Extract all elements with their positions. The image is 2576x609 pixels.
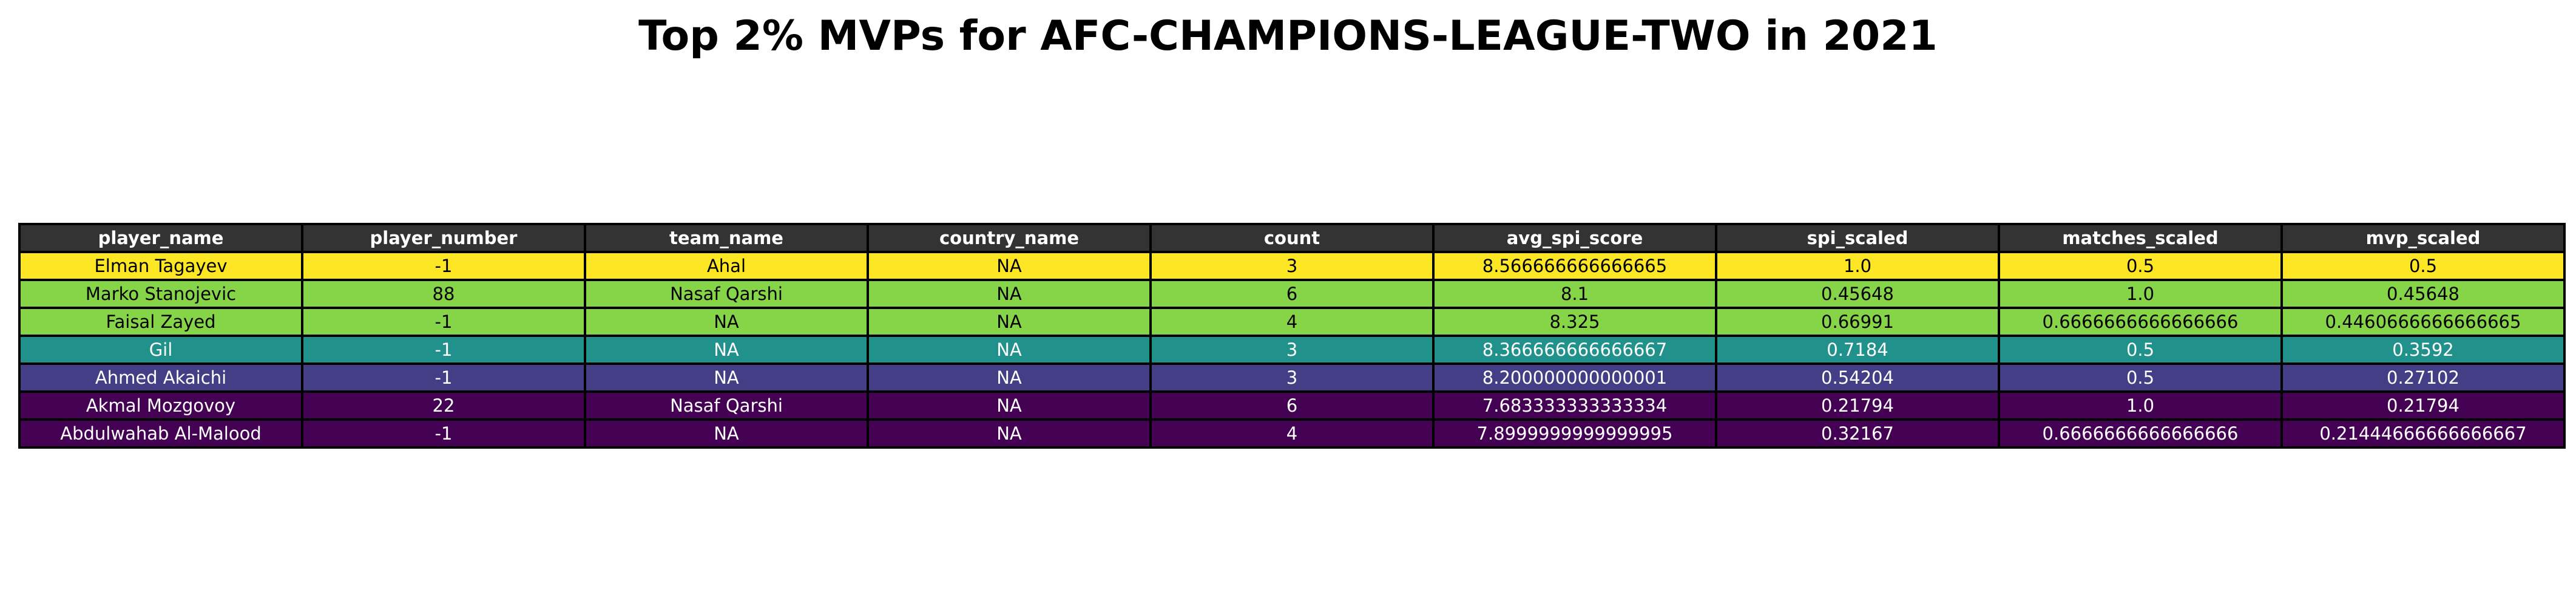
table-cell-avg-spi-score: 8.325 <box>1432 307 1717 337</box>
table-cell-player-name: Marko Stanojevic <box>18 279 303 309</box>
table-cell-team-name: NA <box>584 335 869 365</box>
table-cell-mvp-scaled: 0.27102 <box>2280 362 2566 393</box>
header-row: player_name player_number team_name country… <box>18 223 2566 253</box>
table-cell-matches-scaled: 1.0 <box>1998 279 2283 309</box>
table-cell-country-name: NA <box>867 279 1152 309</box>
table-row: Marko Stanojevic 88 Nasaf Qarshi NA 6 8.1 0.45… <box>18 279 2566 309</box>
table-cell-matches-scaled: 0.5 <box>1998 335 2283 365</box>
mvp-table-container: player_name player_number team_name country… <box>18 223 2566 449</box>
table-cell-matches-scaled: 0.5 <box>1998 362 2283 393</box>
table-cell-mvp-scaled: 0.3592 <box>2280 335 2566 365</box>
table-cell-player-number: -1 <box>301 335 586 365</box>
table-cell-avg-spi-score: 7.8999999999999995 <box>1432 418 1717 449</box>
table-cell-team-name: NA <box>584 307 869 337</box>
table-cell-spi-scaled: 1.0 <box>1715 251 2000 281</box>
table-cell-mvp-scaled: 0.21444666666666667 <box>2280 418 2566 449</box>
column-header-team-name: team_name <box>584 223 869 253</box>
table-cell-count: 3 <box>1149 362 1435 393</box>
table-cell-team-name: NA <box>584 362 869 393</box>
table-cell-player-number: -1 <box>301 307 586 337</box>
table-cell-avg-spi-score: 7.683333333333334 <box>1432 390 1717 421</box>
table-cell-count: 4 <box>1149 307 1435 337</box>
column-header-count: count <box>1149 223 1435 253</box>
table-cell-count: 3 <box>1149 335 1435 365</box>
table-cell-player-number: 88 <box>301 279 586 309</box>
table-cell-avg-spi-score: 8.366666666666667 <box>1432 335 1717 365</box>
column-header-spi-scaled: spi_scaled <box>1715 223 2000 253</box>
table-cell-team-name: NA <box>584 418 869 449</box>
table-cell-avg-spi-score: 8.566666666666665 <box>1432 251 1717 281</box>
column-header-player-name: player_name <box>18 223 303 253</box>
table-cell-avg-spi-score: 8.200000000000001 <box>1432 362 1717 393</box>
table-cell-team-name: Nasaf Qarshi <box>584 279 869 309</box>
table-cell-player-name: Elman Tagayev <box>18 251 303 281</box>
table-cell-player-name: Ahmed Akaichi <box>18 362 303 393</box>
table-cell-player-name: Faisal Zayed <box>18 307 303 337</box>
table-row: Gil -1 NA NA 3 8.366666666666667 0.7184 0.5 0.35… <box>18 335 2566 365</box>
column-header-matches-scaled: matches_scaled <box>1998 223 2283 253</box>
table-cell-mvp-scaled: 0.5 <box>2280 251 2566 281</box>
table-cell-count: 6 <box>1149 279 1435 309</box>
table-cell-team-name: Nasaf Qarshi <box>584 390 869 421</box>
table-cell-player-name: Abdulwahab Al-Malood <box>18 418 303 449</box>
table-cell-player-name: Gil <box>18 335 303 365</box>
table-cell-spi-scaled: 0.66991 <box>1715 307 2000 337</box>
table-cell-country-name: NA <box>867 335 1152 365</box>
table-cell-spi-scaled: 0.45648 <box>1715 279 2000 309</box>
table-cell-player-number: -1 <box>301 362 586 393</box>
table-body: Elman Tagayev -1 Ahal NA 3 8.566666666666665 1… <box>18 251 2566 449</box>
table-row: Faisal Zayed -1 NA NA 4 8.325 0.66991 0.6666666… <box>18 307 2566 337</box>
column-header-mvp-scaled: mvp_scaled <box>2280 223 2566 253</box>
chart-title: Top 2% MVPs for AFC-CHAMPIONS-LEAGUE-TWO… <box>638 12 1938 60</box>
table-cell-spi-scaled: 0.7184 <box>1715 335 2000 365</box>
table-cell-count: 4 <box>1149 418 1435 449</box>
table-row: Elman Tagayev -1 Ahal NA 3 8.566666666666665 1… <box>18 251 2566 281</box>
table-cell-player-name: Akmal Mozgovoy <box>18 390 303 421</box>
table-cell-team-name: Ahal <box>584 251 869 281</box>
table-cell-player-number: -1 <box>301 251 586 281</box>
table-cell-count: 3 <box>1149 251 1435 281</box>
column-header-country-name: country_name <box>867 223 1152 253</box>
table-cell-player-number: -1 <box>301 418 586 449</box>
table-cell-avg-spi-score: 8.1 <box>1432 279 1717 309</box>
table-cell-country-name: NA <box>867 307 1152 337</box>
table-cell-matches-scaled: 0.6666666666666666 <box>1998 418 2283 449</box>
table-row: Abdulwahab Al-Malood -1 NA NA 4 7.89999999999… <box>18 418 2566 449</box>
table-cell-mvp-scaled: 0.4460666666666665 <box>2280 307 2566 337</box>
table-row: Ahmed Akaichi -1 NA NA 3 8.200000000000001 0.5… <box>18 362 2566 393</box>
table-cell-spi-scaled: 0.21794 <box>1715 390 2000 421</box>
table-cell-country-name: NA <box>867 251 1152 281</box>
table-cell-count: 6 <box>1149 390 1435 421</box>
table-cell-player-number: 22 <box>301 390 586 421</box>
table-cell-country-name: NA <box>867 390 1152 421</box>
table-cell-spi-scaled: 0.54204 <box>1715 362 2000 393</box>
table-cell-mvp-scaled: 0.45648 <box>2280 279 2566 309</box>
table-cell-country-name: NA <box>867 418 1152 449</box>
table-row: Akmal Mozgovoy 22 Nasaf Qarshi NA 6 7.6833333… <box>18 390 2566 421</box>
mvp-table: player_name player_number team_name country… <box>18 223 2566 449</box>
column-header-player-number: player_number <box>301 223 586 253</box>
table-cell-matches-scaled: 0.5 <box>1998 251 2283 281</box>
column-header-avg-spi-score: avg_spi_score <box>1432 223 1717 253</box>
table-cell-spi-scaled: 0.32167 <box>1715 418 2000 449</box>
table-cell-matches-scaled: 1.0 <box>1998 390 2283 421</box>
table-cell-matches-scaled: 0.6666666666666666 <box>1998 307 2283 337</box>
table-cell-country-name: NA <box>867 362 1152 393</box>
table-cell-mvp-scaled: 0.21794 <box>2280 390 2566 421</box>
